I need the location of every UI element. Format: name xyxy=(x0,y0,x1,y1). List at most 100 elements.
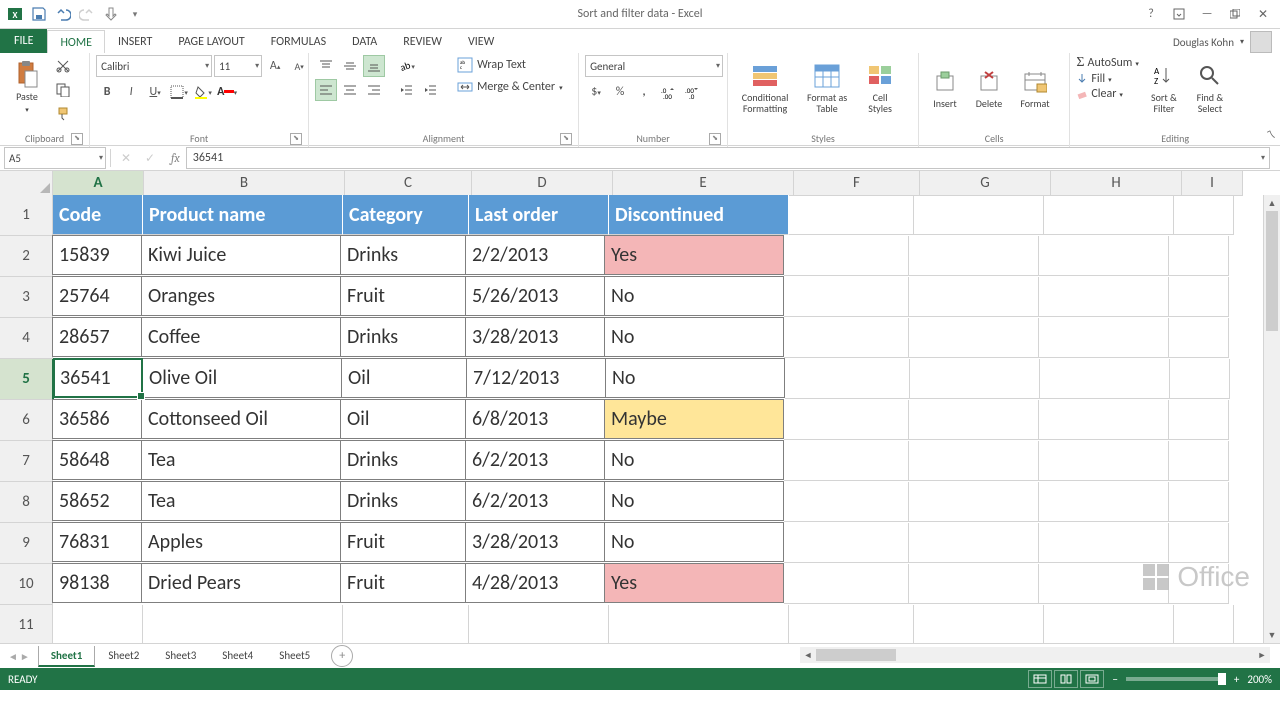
cell-category-5[interactable]: Oil xyxy=(341,358,467,398)
cell-discontinued-8[interactable]: No xyxy=(604,481,784,521)
zoom-out-icon[interactable]: − xyxy=(1112,673,1117,686)
delete-cells-button[interactable]: Delete xyxy=(969,55,1009,121)
number-dialog-icon[interactable]: ⬊ xyxy=(709,133,721,145)
cell-code-5[interactable]: 36541 xyxy=(53,358,143,398)
cell-styles-button[interactable]: Cell Styles xyxy=(858,55,902,121)
tab-review[interactable]: REVIEW xyxy=(390,29,455,53)
horizontal-scrollbar[interactable]: ◄► xyxy=(800,647,1270,663)
cell-code-7[interactable]: 58648 xyxy=(52,440,142,480)
cell-name-4[interactable]: Coffee xyxy=(141,317,341,357)
formula-bar[interactable]: 36541▾ xyxy=(186,147,1270,169)
cut-icon[interactable] xyxy=(52,55,74,77)
grow-font-icon[interactable]: A▴ xyxy=(264,55,286,77)
border-button[interactable]: ▾ xyxy=(168,81,190,103)
cell-C11[interactable] xyxy=(343,605,469,643)
align-middle-icon[interactable] xyxy=(339,55,361,77)
format-as-table-button[interactable]: Format as Table xyxy=(800,55,854,121)
cell-F10[interactable] xyxy=(784,564,909,604)
cell-H4[interactable] xyxy=(1039,318,1169,358)
autosum-button[interactable]: ΣAutoSum▾ xyxy=(1076,55,1139,71)
align-right-icon[interactable] xyxy=(363,79,385,101)
cell-I3[interactable] xyxy=(1169,277,1229,317)
page-layout-view-icon[interactable] xyxy=(1054,670,1078,688)
cell-H1[interactable] xyxy=(1044,195,1174,235)
column-header-H[interactable]: H xyxy=(1051,171,1182,196)
tab-insert[interactable]: INSERT xyxy=(105,29,165,53)
cell-date-4[interactable]: 3/28/2013 xyxy=(465,317,605,357)
cancel-formula-icon[interactable]: ✕ xyxy=(115,147,137,169)
vertical-scrollbar[interactable]: ▲▼ xyxy=(1263,195,1280,643)
row-header-6[interactable]: 6 xyxy=(0,400,53,441)
cell-name-8[interactable]: Tea xyxy=(141,481,341,521)
undo-icon[interactable] xyxy=(52,3,74,25)
help-icon[interactable]: ? xyxy=(1138,4,1164,24)
zoom-slider[interactable] xyxy=(1126,677,1226,681)
alignment-dialog-icon[interactable]: ⬊ xyxy=(560,133,572,145)
sheet-nav-prev-icon[interactable]: ◄ xyxy=(8,650,18,663)
cell-G4[interactable] xyxy=(909,318,1039,358)
sheet-tab-sheet5[interactable]: Sheet5 xyxy=(266,646,323,667)
row-header-7[interactable]: 7 xyxy=(0,441,53,482)
increase-indent-icon[interactable] xyxy=(419,79,441,101)
cell-code-4[interactable]: 28657 xyxy=(52,317,142,357)
cell-code-8[interactable]: 58652 xyxy=(52,481,142,521)
cell-F4[interactable] xyxy=(784,318,909,358)
cell-name-5[interactable]: Olive Oil xyxy=(142,358,342,398)
cell-H7[interactable] xyxy=(1039,441,1169,481)
cell-category-3[interactable]: Fruit xyxy=(340,276,466,316)
minimize-icon[interactable]: — xyxy=(1194,4,1220,24)
merge-center-button[interactable]: Merge & Center▾ xyxy=(453,77,567,97)
decrease-decimal-icon[interactable]: .00.0 xyxy=(681,81,703,103)
bold-button[interactable]: B xyxy=(96,81,118,103)
cell-G11[interactable] xyxy=(914,605,1044,643)
cell-G8[interactable] xyxy=(909,482,1039,522)
column-header-A[interactable]: A xyxy=(53,171,144,197)
cell-discontinued-2[interactable]: Yes xyxy=(604,235,784,275)
tab-formulas[interactable]: FORMULAS xyxy=(258,29,339,53)
sheet-nav-next-icon[interactable]: ► xyxy=(20,650,30,663)
sheet-tab-sheet2[interactable]: Sheet2 xyxy=(95,646,152,667)
cell-date-6[interactable]: 6/8/2013 xyxy=(465,399,605,439)
tab-view[interactable]: VIEW xyxy=(455,29,507,53)
cell-F6[interactable] xyxy=(784,400,909,440)
row-header-9[interactable]: 9 xyxy=(0,523,53,564)
redo-icon[interactable] xyxy=(76,3,98,25)
orientation-icon[interactable]: ab▾ xyxy=(395,55,417,77)
tab-data[interactable]: DATA xyxy=(339,29,390,53)
find-select-button[interactable]: Find & Select xyxy=(1189,55,1231,121)
underline-button[interactable]: U▾ xyxy=(144,81,166,103)
cell-I2[interactable] xyxy=(1169,236,1229,276)
cell-F5[interactable] xyxy=(785,359,910,399)
percent-format-icon[interactable]: % xyxy=(609,81,631,103)
cell-I11[interactable] xyxy=(1174,605,1234,643)
align-bottom-icon[interactable] xyxy=(363,55,385,77)
cell-F2[interactable] xyxy=(784,236,909,276)
cell-G3[interactable] xyxy=(909,277,1039,317)
cell-F7[interactable] xyxy=(784,441,909,481)
cell-H9[interactable] xyxy=(1039,523,1169,563)
font-size-combo[interactable]: 11▾ xyxy=(214,55,262,77)
cell-name-10[interactable]: Dried Pears xyxy=(141,563,341,603)
collapse-ribbon-icon[interactable]: ㄟ xyxy=(1266,126,1276,141)
cell-E11[interactable] xyxy=(609,605,789,643)
sheet-tab-sheet1[interactable]: Sheet1 xyxy=(38,646,96,667)
cell-code-6[interactable]: 36586 xyxy=(52,399,142,439)
touch-mode-icon[interactable] xyxy=(100,3,122,25)
cell-H11[interactable] xyxy=(1044,605,1174,643)
ribbon-options-icon[interactable] xyxy=(1166,4,1192,24)
close-icon[interactable]: ✕ xyxy=(1250,4,1276,24)
cell-name-7[interactable]: Tea xyxy=(141,440,341,480)
italic-button[interactable]: I xyxy=(120,81,142,103)
cell-H3[interactable] xyxy=(1039,277,1169,317)
save-icon[interactable] xyxy=(28,3,50,25)
tab-page-layout[interactable]: PAGE LAYOUT xyxy=(165,29,257,53)
copy-icon[interactable] xyxy=(52,79,74,101)
cell-I5[interactable] xyxy=(1170,359,1230,399)
cell-code-10[interactable]: 98138 xyxy=(52,563,142,603)
cell-discontinued-6[interactable]: Maybe xyxy=(604,399,784,439)
cell-discontinued-4[interactable]: No xyxy=(604,317,784,357)
row-header-3[interactable]: 3 xyxy=(0,277,53,318)
cell-category-6[interactable]: Oil xyxy=(340,399,466,439)
header-cell-product-name[interactable]: Product name xyxy=(143,195,343,235)
row-header-2[interactable]: 2 xyxy=(0,236,53,277)
